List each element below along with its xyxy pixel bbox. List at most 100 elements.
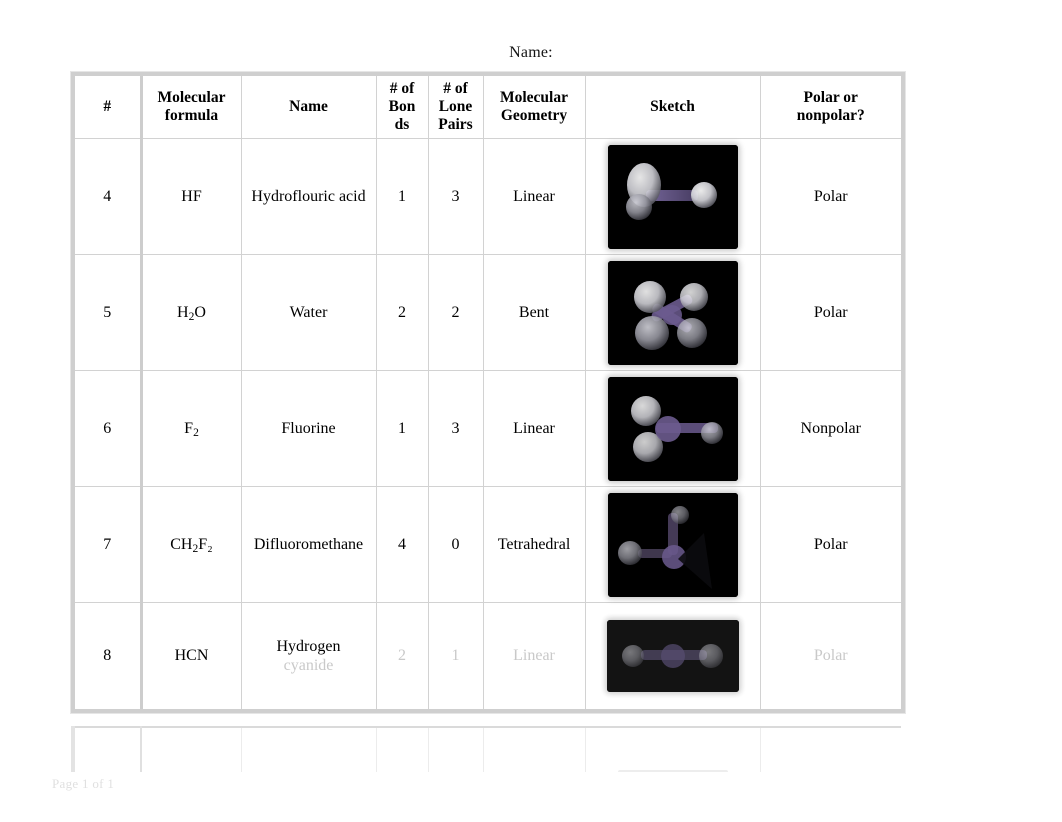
table-row: 4 HF Hydroflouric acid 1 3 Linear Polar: [72, 138, 904, 255]
row-name: Difluoromethane: [240, 486, 377, 603]
row-bonds: #: [375, 726, 429, 772]
name-label: Name:: [509, 44, 553, 61]
row-molecular-formula: Formula: [140, 726, 242, 772]
row-bonds: 1: [375, 370, 429, 487]
row-bonds: 2: [375, 602, 429, 711]
fluorine-3d-model: [607, 376, 738, 481]
cut-off-row-table: 9 Formula Name # # Geometry Polar or non…: [71, 726, 901, 772]
row-polar: Polar or nonpolar: [759, 726, 901, 772]
row-polar: Polar: [759, 254, 904, 371]
header-lone-line1: # of: [443, 79, 468, 97]
hydrogen-cyanide-3d-model: [606, 619, 739, 692]
page-footer: Page 1 of 1: [52, 776, 115, 791]
row-geometry: Geometry: [482, 726, 586, 772]
row-geometry: Tetrahedral: [482, 486, 586, 603]
row-name: Name: [240, 726, 377, 772]
table-row: 7 CH2F₂ Difluoromethane 4 0 Tetrahedral: [72, 486, 904, 603]
row-lone-pairs: 3: [427, 370, 484, 487]
header-number-of-bonds: # of Bon ds: [375, 73, 429, 139]
cut-off-row-region: 9 Formula Name # # Geometry Polar or non…: [71, 726, 901, 772]
row-geometry: Linear: [482, 138, 586, 255]
formula-subscript: 2: [188, 311, 195, 324]
formula-subscript: 2: [193, 427, 199, 440]
row-bonds: 2: [375, 254, 429, 371]
table-body: 4 HF Hydroflouric acid 1 3 Linear Polar …: [72, 138, 904, 711]
row-sketch-cell: [584, 486, 761, 603]
difluoromethane-3d-model: [607, 492, 738, 597]
row-sketch-cell: [584, 254, 761, 371]
row-name: Fluorine: [240, 370, 377, 487]
table-row: 5 H2O Water 2 2 Bent Polar: [72, 254, 904, 371]
row-polar: Polar: [759, 486, 904, 603]
header-geometry-line2: Geometry: [500, 107, 568, 124]
row-name: Water: [240, 254, 377, 371]
row-molecular-formula: HF: [140, 138, 242, 255]
row-name-line2: cyanide: [283, 656, 334, 674]
row-molecular-formula: F2: [140, 370, 242, 487]
row-number: 6: [72, 370, 143, 487]
table-header: # Molecular formula Name # of Bon ds # o…: [72, 73, 904, 139]
molecular-geometry-table-wrapper: # Molecular formula Name # of Bon ds # o…: [71, 72, 905, 713]
formula-tail: F₂: [198, 535, 213, 553]
row-molecular-formula: CH2F₂: [140, 486, 242, 603]
row-number: 5: [72, 254, 143, 371]
row-number: 9: [72, 726, 142, 772]
row-geometry: Bent: [482, 254, 586, 371]
header-sketch: Sketch: [584, 73, 761, 139]
header-molecular-formula: Molecular formula: [140, 73, 242, 139]
header-row: # Molecular formula Name # of Bon ds # o…: [72, 73, 904, 139]
row-sketch-cell: [584, 138, 761, 255]
row-lone-pairs: 0: [427, 486, 484, 603]
header-bonds-line3: ds: [394, 116, 410, 134]
sketch-placeholder: [617, 770, 728, 772]
row-polar: Polar: [759, 138, 904, 255]
row-lone-pairs: 3: [427, 138, 484, 255]
row-number: 8: [72, 602, 143, 711]
formula-subscript: 2: [192, 543, 199, 556]
formula-main: HF: [181, 187, 202, 205]
row-name: Hydrogen cyanide: [240, 602, 377, 711]
row-geometry: Linear: [482, 602, 586, 711]
water-3d-model: [607, 260, 738, 365]
row-lone-pairs: 1: [427, 602, 484, 711]
header-bonds-line2: Bon: [388, 97, 416, 115]
row-bonds: 4: [375, 486, 429, 603]
row-bonds: 1: [375, 138, 429, 255]
row-geometry: Linear: [482, 370, 586, 487]
header-number-of-lone-pairs: # of Lone Pairs: [427, 73, 484, 139]
row-name: Hydroflouric acid: [240, 138, 377, 255]
formula-main: CH: [170, 535, 193, 553]
row-polar: Nonpolar: [759, 370, 904, 487]
header-molecular-geometry: Molecular Geometry: [482, 73, 586, 139]
row-sketch-cell: [584, 602, 761, 711]
header-number: #: [72, 73, 143, 139]
hydrogen-fluoride-3d-model: [607, 144, 738, 249]
header-name: Name: [240, 73, 377, 139]
formula-tail: O: [194, 303, 206, 321]
header-bonds-line1: # of: [389, 79, 415, 97]
header-geometry-line1: Molecular: [499, 88, 568, 106]
header-formula-line1: Molecular: [157, 88, 226, 106]
molecular-geometry-table: # Molecular formula Name # of Bon ds # o…: [71, 72, 905, 713]
table-row: 6 F2 Fluorine 1 3 Linear Nonpolar: [72, 370, 904, 487]
row-name-line1: Hydrogen: [276, 637, 341, 655]
row-molecular-formula: HCN: [140, 602, 242, 711]
header-lone-line2: Lone: [438, 97, 473, 115]
header-polar-line1: Polar or: [803, 88, 858, 106]
row-number: 4: [72, 138, 143, 255]
worksheet-page: Name: # Molecular formula Name # of Bon …: [0, 0, 1062, 822]
header-lone-line3: Pairs: [438, 116, 473, 134]
table-row: 9 Formula Name # # Geometry Polar or non…: [72, 726, 901, 772]
row-number: 7: [72, 486, 143, 603]
row-molecular-formula: H2O: [140, 254, 242, 371]
row-lone-pairs: #: [427, 726, 484, 772]
row-sketch-cell: [584, 726, 761, 772]
row-sketch-cell: [584, 370, 761, 487]
row-lone-pairs: 2: [427, 254, 484, 371]
header-formula-line2: formula: [164, 107, 219, 124]
header-polar-or-nonpolar: Polar or nonpolar?: [759, 73, 904, 139]
header-polar-line2: nonpolar?: [796, 107, 865, 124]
formula-main: H: [177, 303, 189, 321]
formula-main: HCN: [174, 647, 209, 665]
table-row: 8 HCN Hydrogen cyanide 2 1 Linear Polar: [72, 602, 904, 711]
